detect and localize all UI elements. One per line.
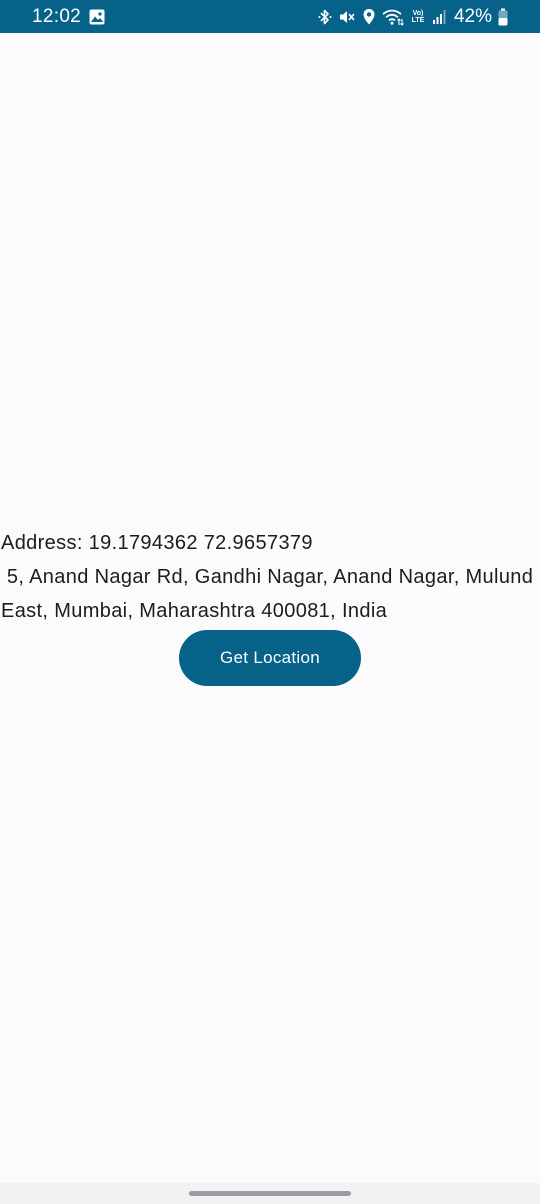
status-time: 12:02 [32, 6, 82, 27]
lte-badge-top: Vo) [412, 10, 424, 17]
navigation-bar [0, 1183, 540, 1204]
location-icon [362, 8, 376, 26]
signal-icon [432, 9, 446, 25]
home-gesture-handle[interactable] [189, 1191, 351, 1196]
status-icons: Vo) LTE 42% [318, 5, 508, 29]
battery-icon [498, 8, 508, 26]
address-text: Address: 19.1794362 72.9657379 5, Anand … [1, 532, 534, 622]
bluetooth-icon [318, 8, 332, 26]
get-location-button[interactable]: Get Location [179, 630, 361, 686]
mute-icon [338, 8, 356, 26]
status-bar: 12:02 Vo) LTE 42% [0, 0, 540, 33]
gallery-icon [89, 9, 105, 30]
lte-badge-bottom: LTE [411, 17, 425, 24]
wifi-icon [382, 8, 404, 26]
lte-icon: Vo) LTE [410, 10, 426, 24]
battery-percent: 42% [453, 6, 492, 27]
